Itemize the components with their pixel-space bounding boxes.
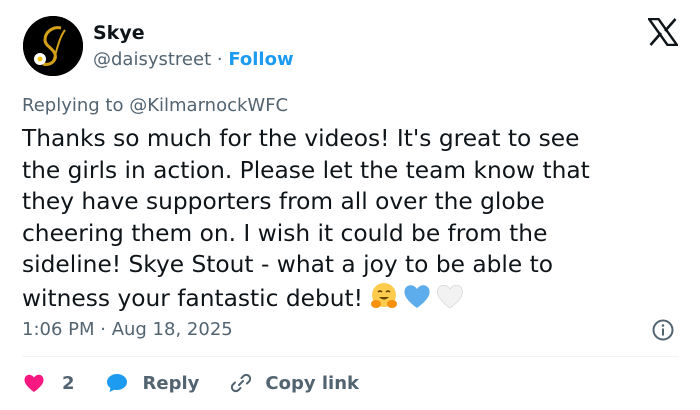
avatar[interactable] xyxy=(23,16,83,76)
replying-mention[interactable]: @KilmarnockWFC xyxy=(129,95,288,116)
tweet-card: Skye @daisystreet · Follow Replying to @… xyxy=(0,0,700,410)
replying-to: Replying to @KilmarnockWFC xyxy=(22,95,288,116)
user-handle[interactable]: @daisystreet xyxy=(93,49,211,70)
tweet-line: sideline! Skye Stout - what a joy to be … xyxy=(22,251,554,279)
handle-row: @daisystreet · Follow xyxy=(93,49,294,70)
info-icon[interactable] xyxy=(651,318,675,342)
like-count: 2 xyxy=(62,372,75,394)
reply-button[interactable]: Reply xyxy=(105,371,200,395)
copy-link-button[interactable]: Copy link xyxy=(229,371,359,395)
tweet-last-line: witness your fantastic debut! xyxy=(22,281,682,315)
follow-button[interactable]: Follow xyxy=(228,49,293,70)
copy-link-label: Copy link xyxy=(265,372,359,394)
divider xyxy=(22,356,679,357)
link-icon xyxy=(231,373,252,393)
replying-prefix: Replying to xyxy=(22,95,130,116)
heart-icon xyxy=(24,374,44,392)
reply-label: Reply xyxy=(142,372,200,394)
light-blue-heart-emoji xyxy=(404,285,430,308)
white-heart-emoji xyxy=(437,284,463,309)
tweet-line: the girls in action. Please let the team… xyxy=(22,156,590,184)
tweet-line: Thanks so much for the videos! It's grea… xyxy=(22,125,580,152)
speech-bubble-icon xyxy=(106,374,127,392)
tweet-line: witness your fantastic debut! xyxy=(22,284,363,312)
hugging-face-emoji xyxy=(371,282,397,308)
like-button[interactable]: 2 xyxy=(22,371,75,395)
display-name[interactable]: Skye xyxy=(93,22,145,44)
tweet-line: cheering them on. I wish it could be fro… xyxy=(22,219,548,247)
tweet-text: Thanks so much for the videos! It's grea… xyxy=(22,123,682,315)
timestamp[interactable]: 1:06 PM · Aug 18, 2025 xyxy=(22,319,233,340)
separator-dot: · xyxy=(211,49,229,70)
action-bar: 2 Reply Copy link xyxy=(22,369,359,397)
x-logo-icon[interactable] xyxy=(648,18,678,46)
tweet-line: they have supporters from all over the g… xyxy=(22,188,545,216)
emoji-group xyxy=(369,281,465,311)
